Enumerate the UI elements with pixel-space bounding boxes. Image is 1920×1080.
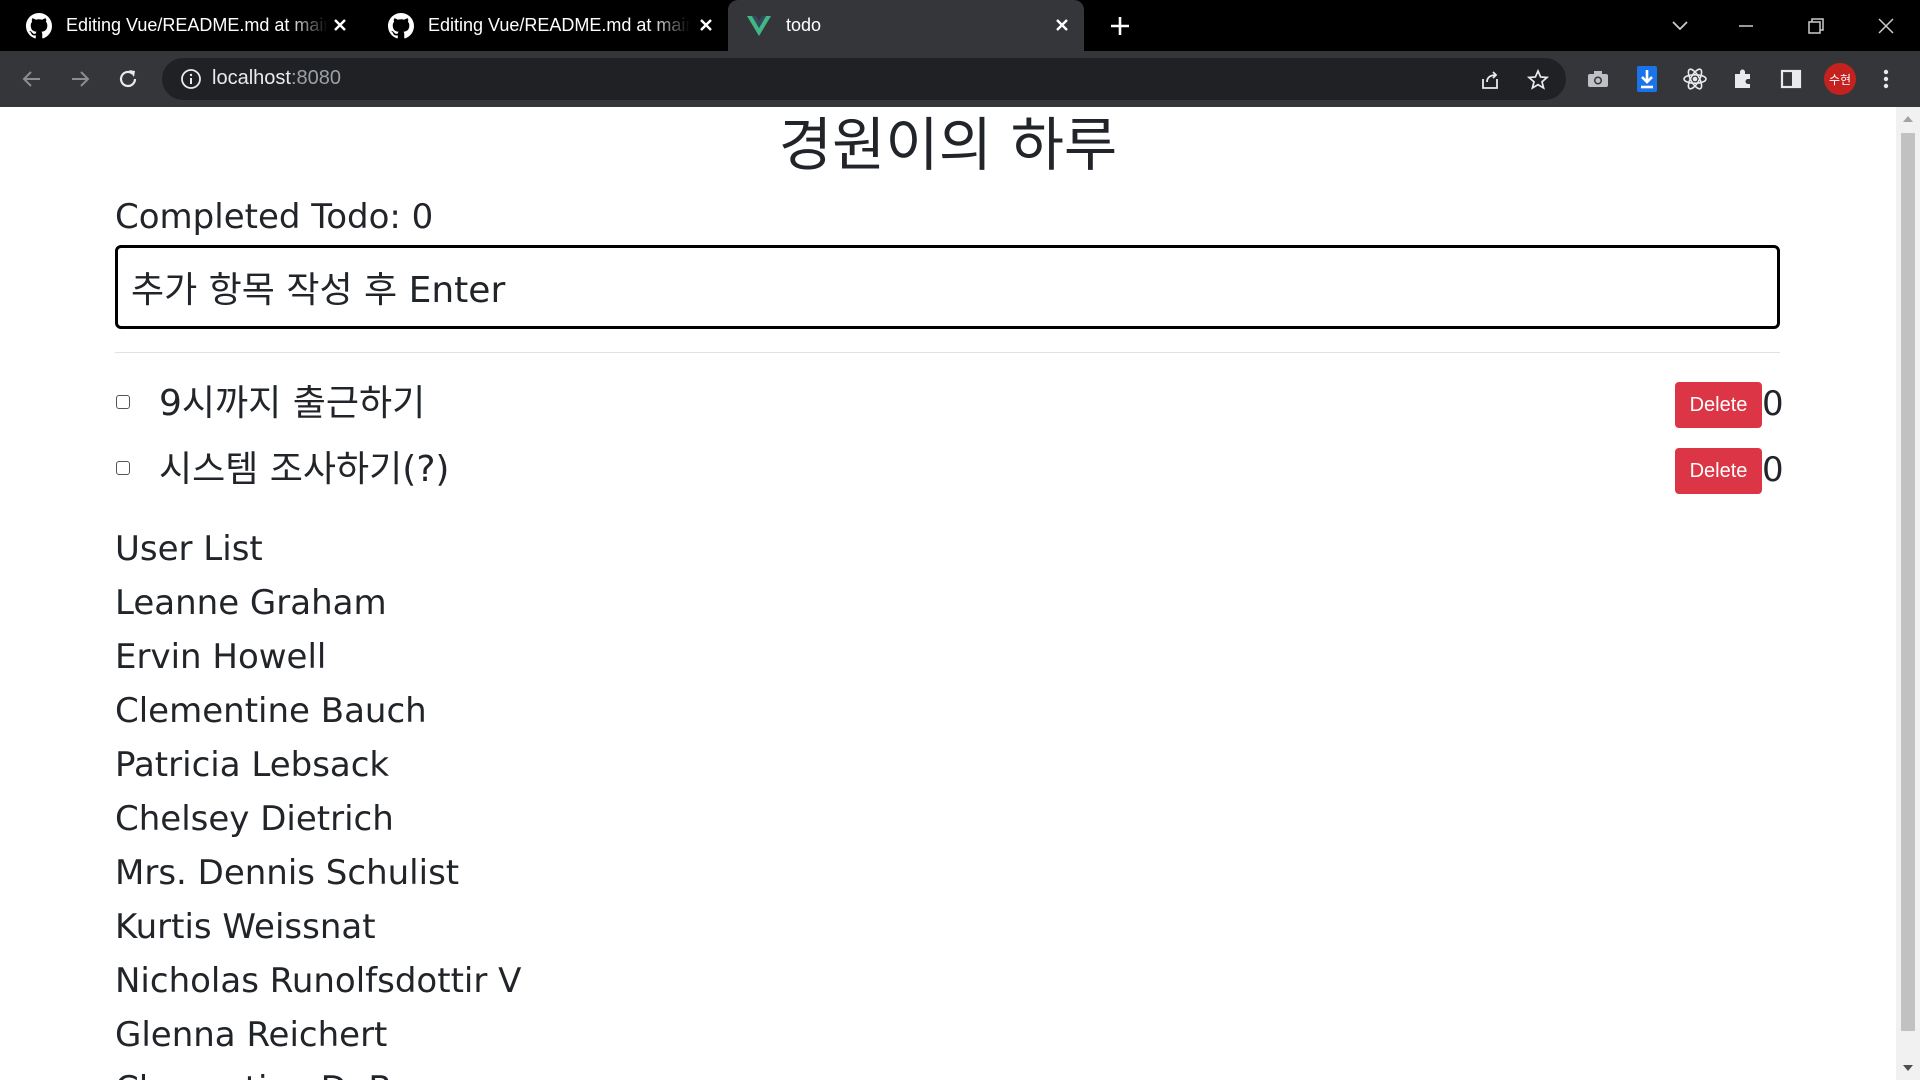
- todo-checkbox[interactable]: [116, 395, 130, 409]
- user-list-item: Chelsey Dietrich: [115, 799, 394, 839]
- browser-toolbar: localhost:8080 수현: [0, 51, 1920, 107]
- info-icon[interactable]: [180, 68, 202, 90]
- camera-icon: [1588, 71, 1608, 87]
- browser-tab[interactable]: Editing Vue/README.md at main: [362, 0, 728, 51]
- kebab-menu-icon: [1883, 69, 1889, 89]
- back-button[interactable]: [18, 65, 46, 93]
- user-list-item: Kurtis Weissnat: [115, 907, 376, 947]
- user-list-item: Mrs. Dennis Schulist: [115, 853, 460, 893]
- address-bar[interactable]: localhost:8080: [162, 58, 1566, 100]
- todo-item: 시스템 조사하기(?) Delete 0: [115, 446, 1784, 494]
- puzzle-icon: [1735, 69, 1750, 88]
- url-host: localhost: [212, 67, 291, 89]
- react-devtools-button[interactable]: [1681, 65, 1709, 93]
- delete-button[interactable]: Delete: [1675, 382, 1762, 428]
- close-tab-icon[interactable]: [330, 15, 350, 35]
- camera-extension-button[interactable]: [1584, 65, 1612, 93]
- close-tab-icon[interactable]: [1052, 15, 1072, 35]
- github-icon: [388, 12, 414, 38]
- minimize-icon: [1739, 24, 1753, 27]
- tab-strip: Editing Vue/README.md at main Editing Vu…: [0, 0, 1920, 51]
- todo-item: 9시까지 출근하기 Delete 0: [115, 380, 1784, 428]
- close-window-button[interactable]: [1858, 0, 1914, 51]
- browser-tab-active[interactable]: todo: [728, 0, 1084, 51]
- tab-title: Editing Vue/README.md at main: [66, 15, 328, 35]
- reload-icon: [119, 70, 137, 88]
- user-list-item: Clementine Bauch: [115, 691, 427, 731]
- todo-text: 9시까지 출근하기: [159, 383, 426, 424]
- react-icon: [1683, 68, 1707, 90]
- user-list-item: Patricia Lebsack: [115, 745, 390, 785]
- star-icon[interactable]: [1526, 68, 1550, 92]
- user-list-item: Ervin Howell: [115, 637, 327, 677]
- url-text: localhost:8080: [212, 67, 341, 90]
- arrow-right-icon: [72, 71, 90, 87]
- page-scrollbar[interactable]: [1896, 107, 1920, 1080]
- arrow-left-icon: [22, 71, 40, 87]
- divider: [115, 352, 1780, 353]
- todo-input[interactable]: [115, 245, 1780, 329]
- restore-button[interactable]: [1788, 0, 1844, 51]
- todo-text: 시스템 조사하기(?): [159, 449, 450, 490]
- scrollbar-thumb[interactable]: [1901, 133, 1915, 1031]
- url-port: :8080: [290, 67, 341, 89]
- reload-button[interactable]: [114, 65, 142, 93]
- delete-button[interactable]: Delete: [1675, 448, 1762, 494]
- close-tab-icon[interactable]: [696, 15, 716, 35]
- forward-button[interactable]: [66, 65, 94, 93]
- chevron-down-icon: [1672, 20, 1688, 30]
- user-list-item: Leanne Graham: [115, 583, 387, 623]
- extensions-button[interactable]: [1729, 65, 1757, 93]
- vue-icon: [747, 15, 771, 36]
- share-icon[interactable]: [1478, 68, 1502, 92]
- restore-icon: [1808, 17, 1824, 34]
- side-panel-button[interactable]: [1777, 65, 1805, 93]
- download-extension-button[interactable]: [1633, 65, 1661, 93]
- tab-title: Editing Vue/README.md at main: [428, 15, 690, 35]
- user-list-item: Nicholas Runolfsdottir V: [115, 961, 522, 1001]
- download-icon: [1637, 66, 1657, 92]
- page-viewport: 경원이의 하루 Completed Todo: 0 9시까지 출근하기 Dele…: [0, 107, 1896, 1080]
- todo-count: 0: [1762, 384, 1784, 424]
- todo-checkbox[interactable]: [116, 461, 130, 475]
- user-list-title: User List: [115, 529, 263, 569]
- tab-search-button[interactable]: [1652, 0, 1708, 51]
- page-title: 경원이의 하루: [778, 111, 1118, 179]
- todo-count: 0: [1762, 450, 1784, 490]
- tab-title: todo: [786, 15, 822, 35]
- close-icon: [1878, 17, 1894, 34]
- side-panel-icon: [1780, 69, 1802, 89]
- scroll-up-icon[interactable]: [1902, 113, 1914, 125]
- completed-count: Completed Todo: 0: [115, 197, 434, 237]
- user-list-item: Glenna Reichert: [115, 1015, 388, 1055]
- new-tab-icon[interactable]: [1108, 14, 1132, 38]
- menu-button[interactable]: [1872, 65, 1900, 93]
- profile-avatar[interactable]: 수현: [1824, 63, 1856, 95]
- scroll-down-icon[interactable]: [1902, 1062, 1914, 1074]
- minimize-button[interactable]: [1718, 0, 1774, 51]
- user-list-item: Clementina DuBuque: [115, 1062, 477, 1080]
- github-icon: [26, 12, 52, 38]
- browser-tab[interactable]: Editing Vue/README.md at main: [0, 0, 362, 51]
